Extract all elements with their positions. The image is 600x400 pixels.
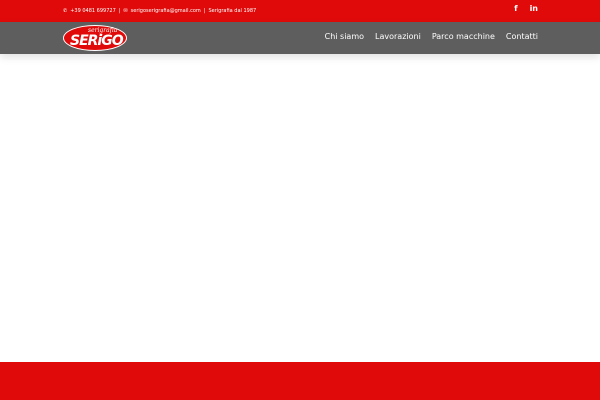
phone-number[interactable]: +39 0481 699727 bbox=[70, 8, 116, 14]
tagline: Serigrafia dal 1987 bbox=[208, 8, 257, 14]
menu-item-parco-macchine[interactable]: Parco macchine bbox=[432, 32, 495, 41]
logo-title: SERiGO bbox=[70, 33, 124, 49]
separator: | bbox=[118, 8, 121, 14]
phone-icon: ✆ bbox=[63, 8, 68, 14]
logo[interactable]: serigrafia SERiGO bbox=[63, 25, 127, 51]
social-links: f in bbox=[514, 4, 538, 13]
menu-item-lavorazioni[interactable]: Lavorazioni bbox=[375, 32, 421, 41]
menu: Chi siamo Lavorazioni Parco macchine Con… bbox=[325, 32, 538, 41]
email-link[interactable]: serigoserigrafia@gmail.com bbox=[131, 8, 201, 14]
contact-info: ✆ +39 0481 699727 | ✉ serigoserigrafia@g… bbox=[63, 8, 256, 14]
footer bbox=[0, 362, 600, 400]
top-bar: ✆ +39 0481 699727 | ✉ serigoserigrafia@g… bbox=[0, 0, 600, 22]
facebook-icon[interactable]: f bbox=[514, 4, 517, 13]
menu-item-contatti[interactable]: Contatti bbox=[506, 32, 538, 41]
linkedin-icon[interactable]: in bbox=[530, 4, 538, 13]
menu-item-chi-siamo[interactable]: Chi siamo bbox=[325, 32, 364, 41]
separator: | bbox=[203, 8, 206, 14]
envelope-icon: ✉ bbox=[123, 8, 128, 14]
main-nav: serigrafia SERiGO Chi siamo Lavorazioni … bbox=[0, 22, 600, 54]
